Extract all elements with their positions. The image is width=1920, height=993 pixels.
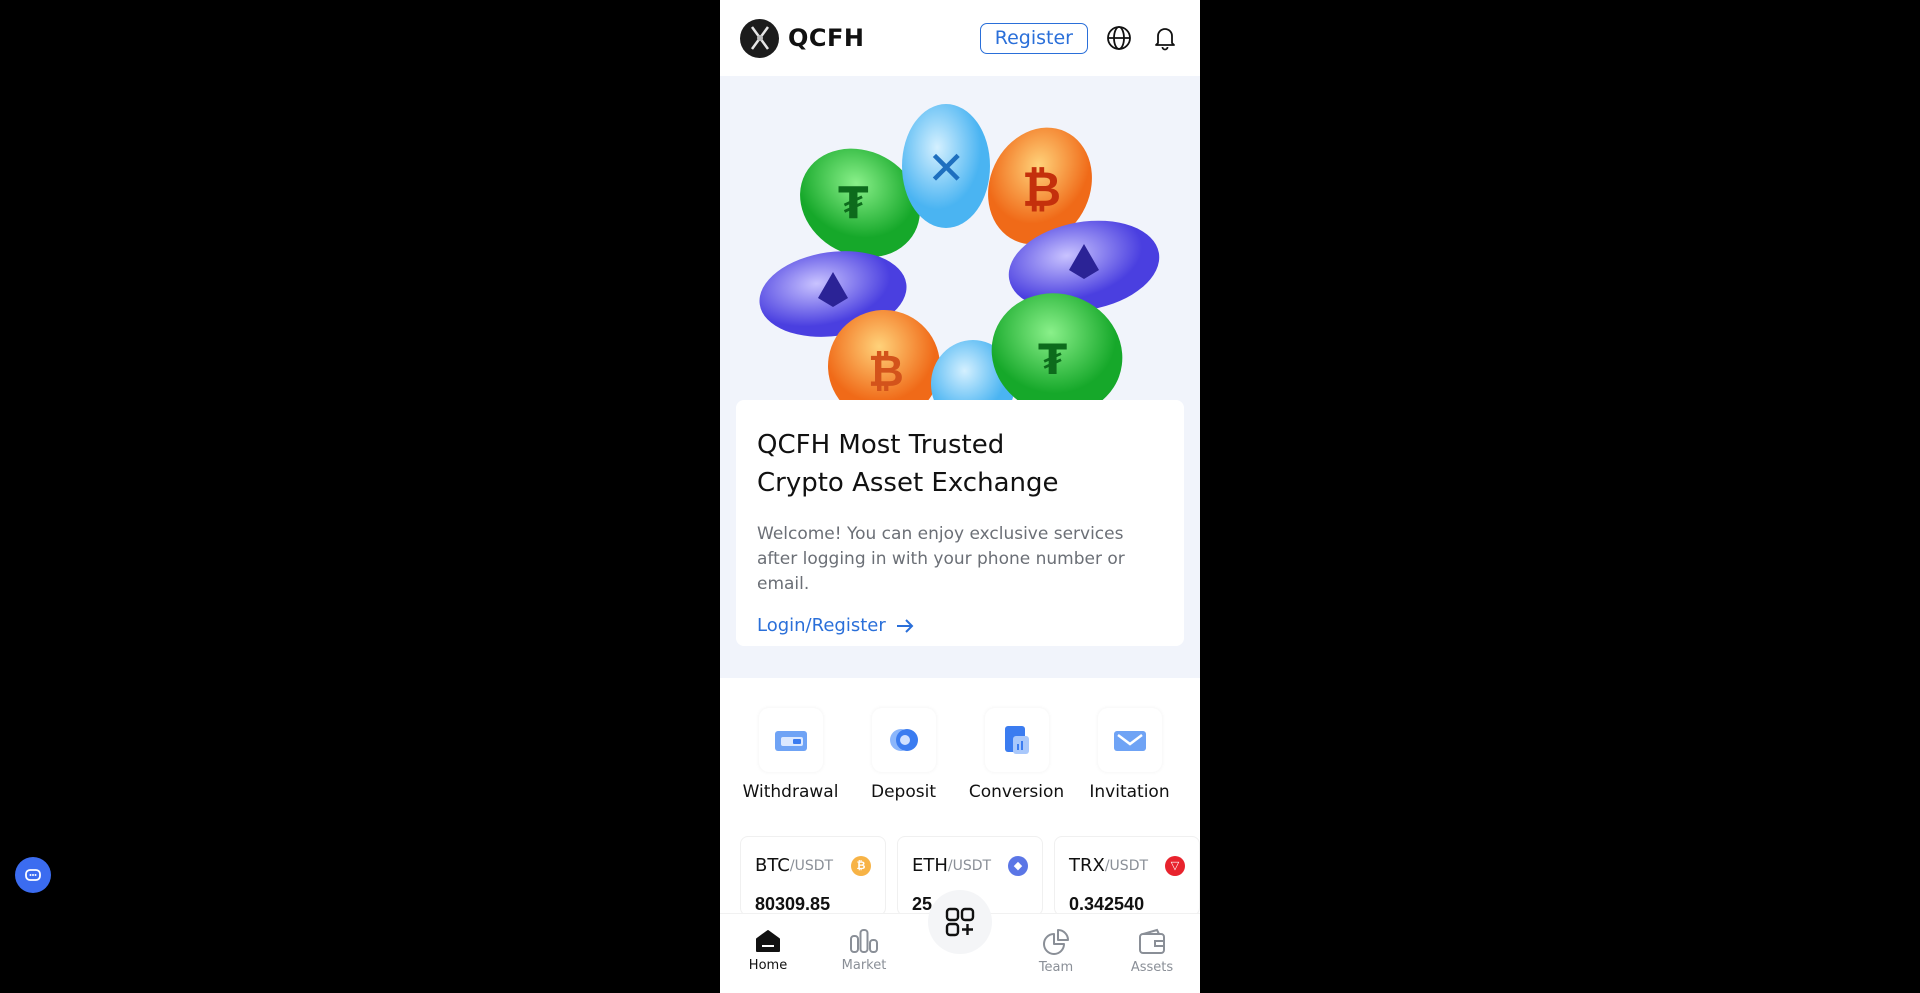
nav-home[interactable]: Home: [720, 914, 816, 993]
action-withdrawal[interactable]: Withdrawal: [741, 708, 841, 808]
crypto-coins-illustration: ₮ ✕ ₿ ₿ ₮: [720, 76, 1200, 400]
ticker-quote: /USDT: [947, 857, 992, 874]
action-label: Invitation: [1089, 782, 1170, 802]
register-button[interactable]: Register: [979, 22, 1088, 54]
hero-section: ₮ ✕ ₿ ₿ ₮ QCFH Most Trusted Crypto Asset…: [720, 76, 1200, 678]
ticker-price: 80309.85: [755, 894, 831, 914]
chat-icon: [25, 869, 41, 881]
chat-support-button[interactable]: [15, 857, 51, 893]
ticker-base: TRX: [1069, 855, 1105, 876]
ticker-card-trx[interactable]: TRX /USDT ▽ 0.342540: [1054, 836, 1200, 916]
svg-text:✕: ✕: [927, 141, 966, 195]
action-label: Conversion: [968, 782, 1065, 802]
home-icon: [756, 930, 780, 952]
svg-text:₮: ₮: [838, 178, 869, 229]
team-icon: [1043, 929, 1069, 955]
hero-title-line2: Crypto Asset Exchange: [757, 468, 1059, 498]
svg-text:₿: ₿: [1022, 162, 1061, 218]
action-label: Deposit: [871, 782, 936, 802]
ticker-quote: /USDT: [789, 857, 834, 874]
invitation-icon: [1097, 708, 1162, 772]
ticker-base: ETH: [912, 855, 948, 876]
action-label: Withdrawal: [742, 782, 839, 802]
brand-logo[interactable]: [740, 18, 779, 58]
action-invitation[interactable]: Invitation: [1080, 708, 1180, 808]
hero-title-line1: QCFH Most Trusted: [757, 430, 1005, 460]
deposit-icon: [871, 708, 936, 772]
login-register-link[interactable]: Login/Register: [757, 615, 1163, 636]
ticker-base: BTC: [755, 855, 790, 876]
action-deposit[interactable]: Deposit: [854, 708, 954, 808]
market-icon: [850, 929, 878, 953]
top-header: QCFH Register: [720, 0, 1200, 76]
nav-label: Market: [841, 958, 887, 973]
nav-team[interactable]: Team: [1008, 914, 1104, 993]
ticker-price: 0.342540: [1069, 894, 1145, 914]
btc-coin-icon: ₿: [851, 855, 871, 876]
svg-text:₿: ₿: [868, 346, 904, 397]
nav-label: Home: [748, 958, 788, 973]
conversion-icon: [984, 708, 1049, 772]
brand-name: QCFH: [788, 24, 865, 52]
nav-assets[interactable]: Assets: [1104, 914, 1200, 993]
apps-menu-button[interactable]: [928, 890, 992, 954]
nav-label: Team: [1038, 960, 1074, 975]
logo-emblem-icon: [750, 26, 769, 50]
login-register-label: Login/Register: [757, 615, 886, 636]
withdrawal-icon: [758, 708, 823, 772]
svg-text:₮: ₮: [1038, 335, 1067, 384]
trx-coin-icon: ▽: [1165, 855, 1185, 876]
action-conversion[interactable]: Conversion: [967, 708, 1067, 808]
notification-bell-icon[interactable]: [1150, 23, 1180, 53]
language-icon[interactable]: [1104, 23, 1134, 53]
wallet-icon: [1139, 928, 1165, 954]
grid-plus-icon: [945, 907, 975, 937]
ticker-quote: /USDT: [1104, 857, 1149, 874]
nav-label: Assets: [1130, 960, 1174, 975]
hero-description: Welcome! You can enjoy exclusive service…: [757, 524, 1125, 594]
ticker-card-btc[interactable]: BTC /USDT ₿ 80309.85: [740, 836, 886, 916]
quick-actions: Withdrawal Deposit Conversion Invitation: [720, 708, 1200, 808]
nav-market[interactable]: Market: [816, 914, 912, 993]
arrow-right-icon: [896, 618, 914, 633]
welcome-card: QCFH Most Trusted Crypto Asset Exchange …: [736, 400, 1184, 646]
mobile-app-frame: QCFH Register ₮ ✕ ₿ ₿ ₮ QCFH Most Truste…: [720, 0, 1200, 993]
eth-coin-icon: ◆: [1008, 855, 1028, 876]
